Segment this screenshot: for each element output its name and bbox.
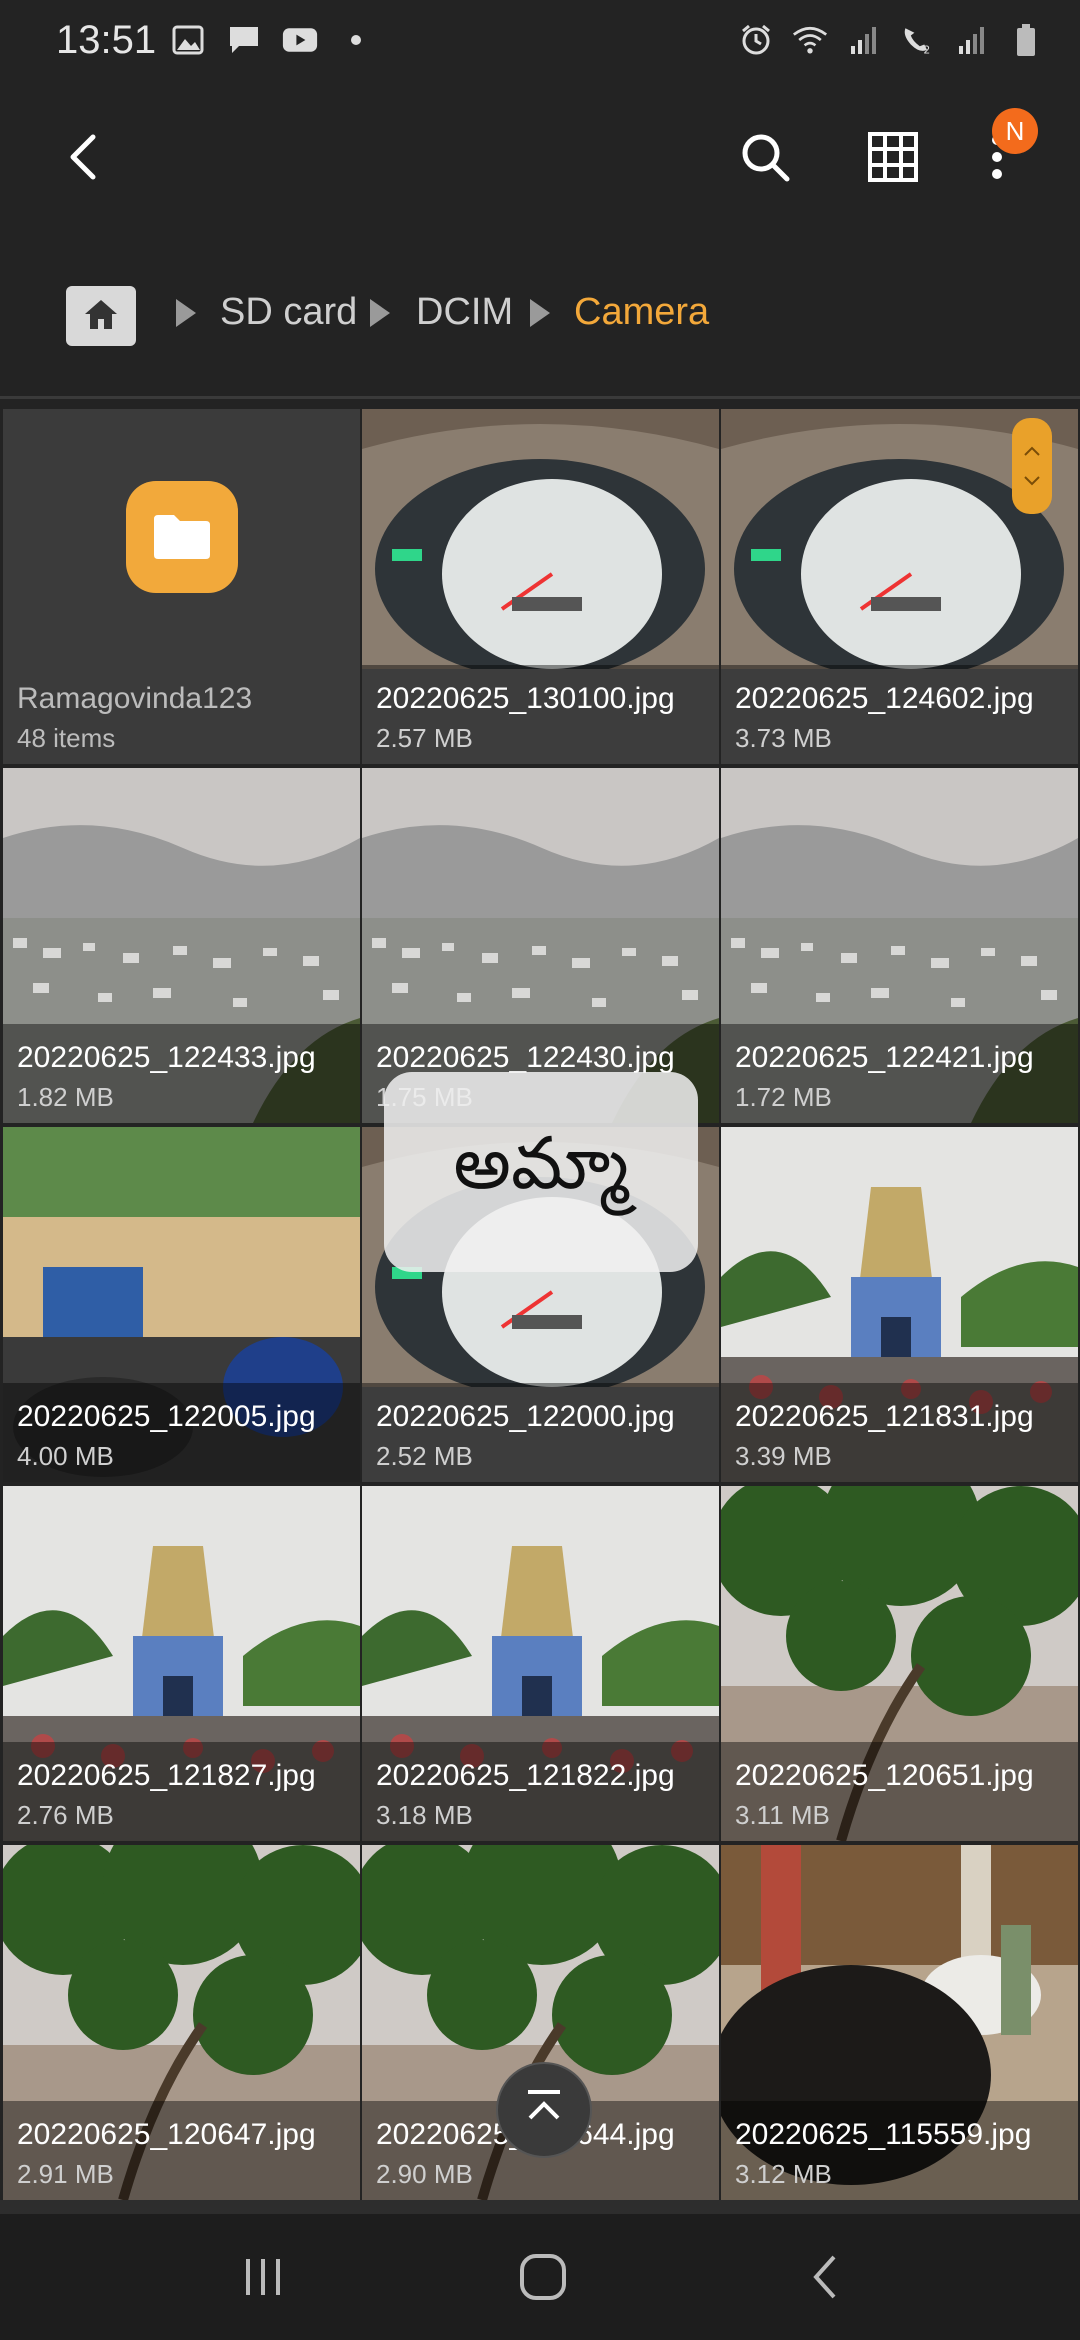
file-size: 1.72 MB [735, 1082, 832, 1112]
photo-tile[interactable]: 20220625_122005.jpg 4.00 MB [3, 1127, 360, 1482]
status-time: 13:51 [56, 18, 157, 62]
chevron-right-icon [176, 299, 196, 327]
file-size: 2.91 MB [17, 2159, 114, 2189]
scroll-to-top-button[interactable] [496, 2062, 592, 2158]
grid-bottom-edge [0, 2200, 1080, 2214]
folder-icon [126, 481, 238, 593]
chevron-right-icon [530, 299, 550, 327]
file-name: 20220625_121822.jpg [376, 1759, 675, 1792]
file-name: 20220625_122433.jpg [17, 1041, 316, 1074]
system-nav-bar [0, 2214, 1080, 2340]
file-name: 20220625_124602.jpg [735, 682, 1034, 715]
file-name: 20220625_121827.jpg [17, 1759, 316, 1792]
message-icon [226, 22, 262, 58]
status-bar: 13:51 2 [0, 0, 1080, 84]
alarm-icon [738, 22, 774, 58]
status-right-icons: 2 [738, 22, 1044, 58]
recent-apps-button[interactable] [208, 2234, 318, 2324]
back-button[interactable] [38, 114, 128, 204]
file-name: 20220625_121831.jpg [735, 1400, 1034, 1433]
file-name: 20220625_122000.jpg [376, 1400, 675, 1433]
grid-view-icon [867, 131, 919, 188]
file-name: 20220625_120651.jpg [735, 1759, 1034, 1792]
search-icon [739, 131, 791, 188]
breadcrumb-sd-card[interactable]: SD card [220, 291, 357, 334]
folder-tile[interactable]: Ramagovinda123 48 items [3, 409, 360, 764]
chevron-right-icon [370, 299, 390, 327]
file-size: 2.52 MB [376, 1441, 473, 1471]
file-size: 3.39 MB [735, 1441, 832, 1471]
wifi-icon [792, 22, 828, 58]
signal-icon [954, 22, 990, 58]
photo-tile[interactable]: 20220625_121827.jpg 2.76 MB [3, 1486, 360, 1841]
file-name: 20220625_115559.jpg [735, 2118, 1032, 2151]
status-left-icons [170, 22, 374, 58]
photo-tile[interactable]: 20220625_122421.jpg 1.72 MB [721, 768, 1078, 1123]
home-icon [83, 297, 119, 336]
home-nav-icon [518, 2252, 568, 2307]
home-button[interactable] [66, 286, 136, 346]
file-name: 20220625_122005.jpg [17, 1400, 316, 1433]
battery-icon [1008, 22, 1044, 58]
back-nav-icon [810, 2253, 840, 2306]
photo-tile[interactable]: 20220625_130100.jpg 2.57 MB [362, 409, 719, 764]
fast-scroll-handle[interactable] [1012, 418, 1052, 514]
file-name: 20220625_130100.jpg [376, 682, 675, 715]
photo-tile[interactable]: 20220625_122433.jpg 1.82 MB [3, 768, 360, 1123]
signal-icon [846, 22, 882, 58]
back-nav-button[interactable] [770, 2234, 880, 2324]
folder-item-count: 48 items [17, 723, 116, 753]
photo-tile[interactable]: 20220625_121822.jpg 3.18 MB [362, 1486, 719, 1841]
search-button[interactable] [720, 114, 810, 204]
folder-name: Ramagovinda123 [17, 682, 253, 715]
photo-tile[interactable]: 20220625_121831.jpg 3.39 MB [721, 1127, 1078, 1482]
youtube-icon [282, 22, 318, 58]
chevron-down-icon [1024, 476, 1040, 486]
file-size: 3.12 MB [735, 2159, 832, 2189]
file-size: 2.90 MB [376, 2159, 473, 2189]
svg-text:2: 2 [923, 44, 930, 57]
file-grid: Ramagovinda123 48 items 20220625_130100.… [0, 406, 1080, 2214]
file-name: 20220625_122430.jpg [376, 1041, 675, 1074]
chevron-up-icon [1024, 446, 1040, 456]
toast-text: అమ్మా [453, 1121, 629, 1205]
home-nav-button[interactable] [488, 2234, 598, 2324]
toast-popup: అమ్మా [384, 1072, 698, 1272]
file-size: 3.18 MB [376, 1800, 473, 1830]
notification-badge: N [992, 108, 1038, 154]
file-name: 20220625_120647.jpg [17, 2118, 316, 2151]
file-size: 1.82 MB [17, 1082, 114, 1112]
photo-tile[interactable]: 20220625_120651.jpg 3.11 MB [721, 1486, 1078, 1841]
file-size: 4.00 MB [17, 1441, 114, 1471]
photo-tile[interactable]: 20220625_115559.jpg 3.12 MB [721, 1845, 1078, 2200]
file-size: 2.76 MB [17, 1800, 114, 1830]
file-size: 3.11 MB [735, 1800, 830, 1830]
grid-view-button[interactable] [848, 114, 938, 204]
recent-apps-icon [240, 2255, 286, 2304]
file-size: 2.57 MB [376, 723, 473, 753]
back-arrow-icon [63, 133, 103, 186]
volte-call-icon: 2 [900, 22, 936, 58]
gallery-icon [170, 22, 206, 58]
scroll-to-top-icon [522, 2088, 566, 2133]
file-size: 3.73 MB [735, 723, 832, 753]
breadcrumb-camera[interactable]: Camera [574, 291, 709, 334]
dot-icon [338, 22, 374, 58]
breadcrumb-dcim[interactable]: DCIM [416, 291, 513, 334]
photo-tile[interactable]: 20220625_120647.jpg 2.91 MB [3, 1845, 360, 2200]
breadcrumb: SD card DCIM Camera [0, 234, 1080, 396]
file-name: 20220625_122421.jpg [735, 1041, 1034, 1074]
divider [0, 396, 1080, 399]
photo-tile[interactable]: 20220625_122430.jpg1.75 MB [362, 768, 719, 1123]
app-toolbar [0, 84, 1080, 234]
